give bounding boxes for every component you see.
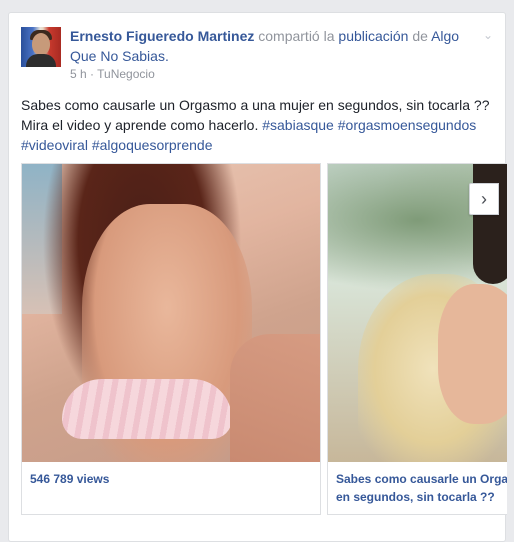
meta-separator: · (90, 67, 95, 81)
hashtag[interactable]: #sabiasque (262, 117, 334, 133)
post-header: Ernesto Figueredo Martinez compartió la … (70, 26, 480, 66)
thumbnail-garment (62, 379, 232, 439)
thumbnail-arm (230, 334, 320, 462)
post-card: Ernesto Figueredo Martinez compartió la … (8, 12, 507, 542)
avatar-shirt (26, 54, 56, 67)
thumbnail-face (438, 284, 507, 424)
carousel-slide[interactable]: Sabes como causarle un Orgasmo a una muj… (327, 163, 507, 515)
post-meta: 5 h · TuNegocio (70, 67, 155, 81)
chevron-right-icon[interactable]: › (469, 183, 499, 215)
post-time[interactable]: 5 h (70, 67, 87, 81)
slide-caption[interactable]: Sabes como causarle un Orgasmo a una muj… (336, 470, 507, 506)
hashtag[interactable]: #videoviral (21, 137, 88, 153)
avatar[interactable] (21, 27, 61, 67)
preposition-text: de (412, 28, 428, 44)
post-source[interactable]: TuNegocio (97, 67, 155, 81)
thumbnail-dark-hair (473, 164, 507, 284)
video-carousel: 546 789 views Sabes como causarle un Org… (21, 163, 507, 515)
post-body: Sabes como causarle un Orgasmo a una muj… (21, 95, 499, 155)
publication-link[interactable]: publicación (338, 28, 408, 44)
carousel-slide[interactable]: 546 789 views (21, 163, 321, 515)
author-name[interactable]: Ernesto Figueredo Martinez (70, 28, 254, 44)
share-action-text: compartió la (258, 28, 335, 44)
chevron-down-icon[interactable]: ⌄ (482, 29, 494, 41)
avatar-face (32, 33, 50, 55)
hashtag[interactable]: #algoquesorprende (92, 137, 213, 153)
slide-caption[interactable]: 546 789 views (30, 470, 314, 488)
hashtag[interactable]: #orgasmoensegundos (338, 117, 477, 133)
video-thumbnail[interactable] (22, 164, 320, 462)
